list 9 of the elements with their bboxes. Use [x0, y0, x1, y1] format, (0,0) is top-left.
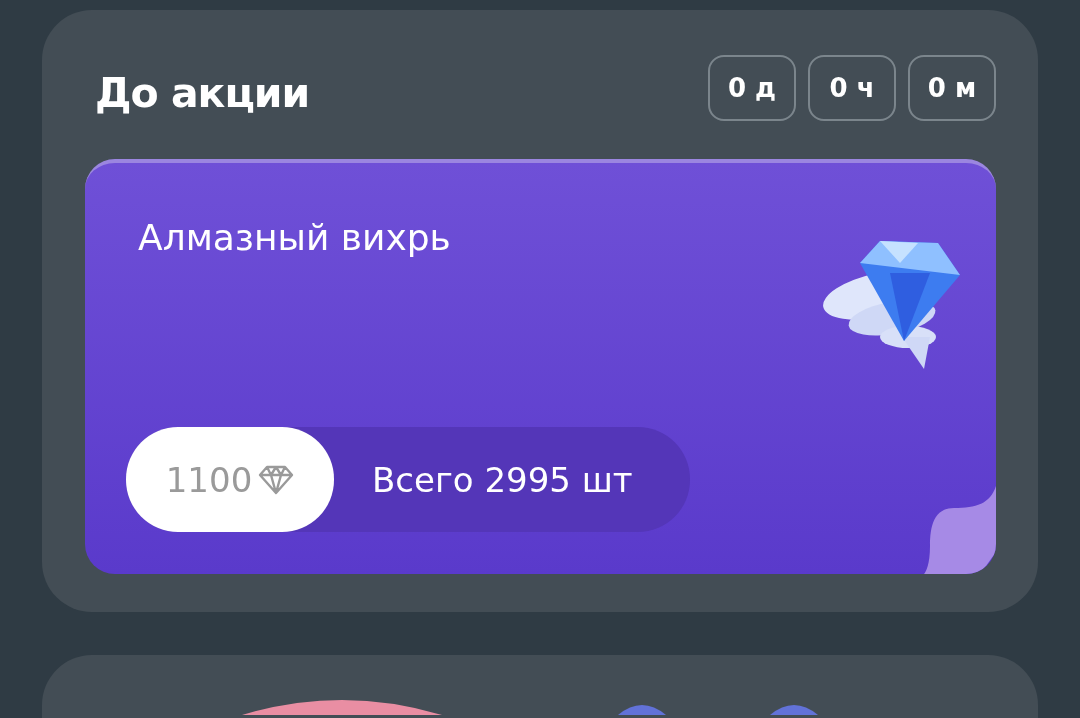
- folded-corner-icon: [924, 486, 996, 574]
- section-title: До акции: [95, 69, 310, 117]
- timer-chip: 0 м: [908, 55, 996, 121]
- stock-total: Всего 2995 шт: [372, 459, 633, 500]
- promo-title: Алмазный вихрь: [138, 217, 451, 260]
- timer-chip: 0 д: [708, 55, 796, 121]
- diamond-icon: [258, 464, 295, 495]
- promo-card[interactable]: Алмазный вихрь 1100 Всего 2995 шт: [85, 159, 996, 574]
- timer-chip: 0 ч: [808, 55, 896, 121]
